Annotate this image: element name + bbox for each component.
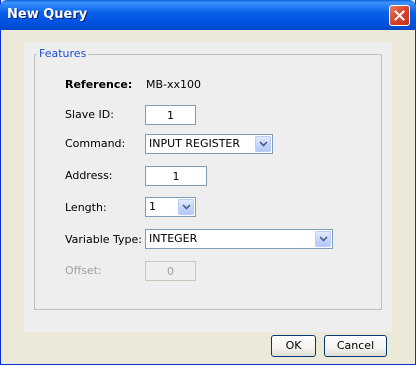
cancel-button[interactable]: Cancel: [324, 335, 387, 357]
close-icon: [394, 10, 405, 21]
chevron-down-icon[interactable]: [315, 231, 331, 247]
slave-id-label: Slave ID:: [65, 108, 114, 121]
chevron-down-icon[interactable]: [255, 136, 271, 152]
command-label: Command:: [65, 137, 126, 150]
offset-label: Offset:: [65, 264, 102, 277]
command-select[interactable]: INPUT REGISTER: [145, 134, 273, 154]
offset-input: [145, 261, 196, 281]
address-label: Address:: [65, 169, 113, 182]
variable-type-label: Variable Type:: [65, 233, 143, 246]
variable-type-selected-value: INTEGER: [149, 232, 198, 245]
new-query-dialog: New Query Features Reference: MB-xx100 S…: [0, 0, 416, 365]
window-title: New Query: [7, 7, 88, 22]
length-select[interactable]: 1: [145, 197, 196, 217]
length-selected-value: 1: [149, 200, 156, 213]
reference-label: Reference:: [65, 78, 133, 91]
close-button[interactable]: [389, 5, 410, 26]
features-legend: Features: [37, 47, 89, 60]
variable-type-select[interactable]: INTEGER: [145, 229, 333, 249]
ok-button[interactable]: OK: [271, 335, 316, 357]
chevron-down-icon[interactable]: [178, 199, 194, 215]
title-bar[interactable]: New Query: [0, 0, 416, 30]
address-input[interactable]: [145, 166, 207, 186]
reference-value: MB-xx100: [146, 78, 202, 91]
slave-id-input[interactable]: [145, 105, 196, 125]
dialog-body: Features Reference: MB-xx100 Slave ID: C…: [1, 30, 415, 364]
command-selected-value: INPUT REGISTER: [149, 137, 241, 150]
length-label: Length:: [65, 201, 107, 214]
